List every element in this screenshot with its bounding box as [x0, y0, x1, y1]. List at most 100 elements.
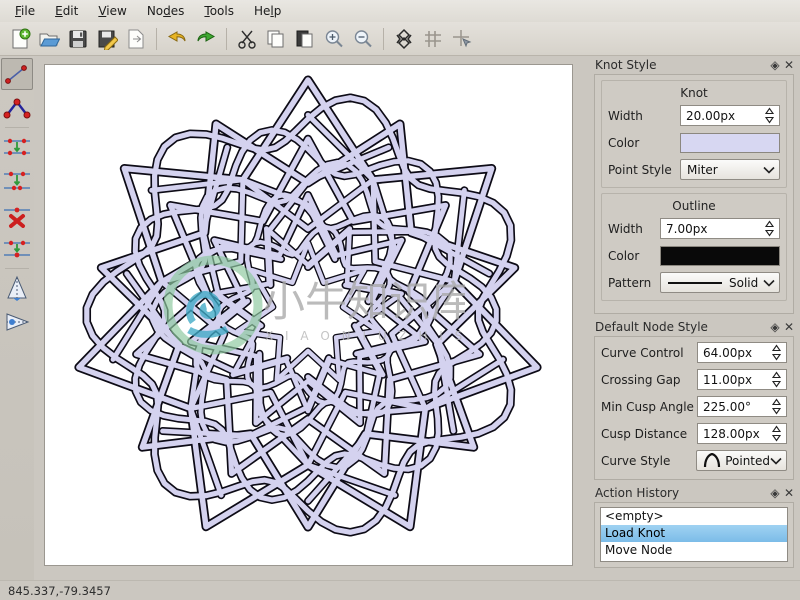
toolbar-separator [226, 27, 227, 50]
panel-node-style-body: Curve Control 64.00px Crossing Gap 11.00… [594, 336, 794, 480]
knot-width-value: 20.00px [686, 108, 736, 123]
cusp-distance-input[interactable]: 128.00px [697, 423, 787, 444]
tool-edit-node[interactable] [1, 58, 33, 90]
save-as-icon[interactable] [93, 25, 121, 53]
float-icon[interactable]: ◈ [768, 486, 782, 500]
tool-flip-horizontal[interactable] [1, 306, 33, 338]
tool-mirror-vertical[interactable] [1, 272, 33, 304]
outline-color-swatch[interactable] [660, 245, 780, 266]
float-icon[interactable]: ◈ [768, 320, 782, 334]
min-cusp-angle-value: 225.00° [703, 399, 751, 414]
outline-color-label: Color [608, 248, 640, 263]
save-file-icon[interactable] [64, 25, 92, 53]
cusp-distance-row: Cusp Distance 128.00px [601, 422, 787, 445]
curve-control-row: Curve Control 64.00px [601, 341, 787, 364]
zoom-out-icon[interactable] [349, 25, 377, 53]
menu-view[interactable]: View [89, 1, 135, 21]
knot-point-style-select[interactable]: Miter [680, 159, 780, 180]
tool-merge-nodes[interactable] [1, 131, 33, 163]
min-cusp-angle-label: Min Cusp Angle [601, 399, 694, 414]
action-history-list[interactable]: <empty> Load Knot Move Node [600, 507, 788, 562]
outline-pattern-select[interactable]: Solid [660, 272, 780, 293]
panel-action-history-header: Action History ◈ ✕ [588, 484, 800, 502]
statusbar: 845.337,-79.3457 [0, 580, 800, 600]
grid-icon[interactable] [419, 25, 447, 53]
knot-color-swatch[interactable] [680, 132, 780, 153]
list-item[interactable]: <empty> [601, 508, 787, 525]
redo-icon[interactable] [192, 25, 220, 53]
app-window: File Edit View Nodes Tools Help 小牛知识库 X … [0, 0, 800, 600]
outline-width-input[interactable]: 7.00px [660, 218, 780, 239]
chevron-down-icon[interactable] [763, 276, 775, 290]
curve-control-label: Curve Control [601, 345, 684, 360]
curve-style-select[interactable]: Pointed [696, 450, 787, 471]
tool-collapse-nodes[interactable] [1, 165, 33, 197]
panel-knot-style-body: Knot Width 20.00px Color Point Style Mit… [594, 74, 794, 314]
panel-title: Knot Style [595, 58, 657, 72]
zoom-in-icon[interactable] [320, 25, 348, 53]
knot-width-input[interactable]: 20.00px [680, 105, 780, 126]
menu-nodes[interactable]: Nodes [138, 1, 194, 21]
spinner-arrows-icon[interactable] [763, 106, 776, 125]
float-icon[interactable]: ◈ [768, 58, 782, 72]
list-item[interactable]: Load Knot [601, 525, 787, 542]
curve-control-input[interactable]: 64.00px [697, 342, 787, 363]
knot-width-label: Width [608, 108, 643, 123]
cusp-distance-label: Cusp Distance [601, 426, 688, 441]
tool-delete-node[interactable] [1, 199, 33, 231]
list-item[interactable]: Move Node [601, 542, 787, 559]
knot-color-row: Color [608, 131, 780, 154]
cut-icon[interactable] [233, 25, 261, 53]
panel-title: Action History [595, 486, 680, 500]
chevron-down-icon[interactable] [763, 163, 775, 177]
copy-icon[interactable] [262, 25, 290, 53]
outline-pattern-label: Pattern [608, 275, 652, 290]
left-toolbar-separator [5, 268, 29, 269]
toolbar-separator [383, 27, 384, 50]
knot-group: Knot Width 20.00px Color Point Style Mit… [601, 80, 787, 188]
menubar: File Edit View Nodes Tools Help [0, 0, 800, 22]
crossing-gap-input[interactable]: 11.00px [697, 369, 787, 390]
paste-icon[interactable] [291, 25, 319, 53]
snap-cursor-icon[interactable] [448, 25, 476, 53]
curve-control-value: 64.00px [703, 345, 753, 360]
spinner-arrows-icon[interactable] [770, 343, 783, 362]
solid-line-preview-icon [667, 278, 723, 288]
spinner-arrows-icon[interactable] [763, 219, 776, 238]
panel-action-history-body: <empty> Load Knot Move Node [594, 502, 794, 568]
new-file-icon[interactable] [6, 25, 34, 53]
menu-help[interactable]: Help [245, 1, 290, 21]
close-icon[interactable]: ✕ [782, 486, 796, 500]
curve-style-value: Pointed [725, 453, 770, 468]
close-icon[interactable]: ✕ [782, 320, 796, 334]
knot-pattern-icon[interactable] [390, 25, 418, 53]
crossing-gap-value: 11.00px [703, 372, 753, 387]
spinner-arrows-icon[interactable] [770, 370, 783, 389]
open-file-icon[interactable] [35, 25, 63, 53]
spinner-arrows-icon[interactable] [770, 424, 783, 443]
panel-node-style: Default Node Style ◈ ✕ Curve Control 64.… [588, 318, 800, 480]
left-toolbar-separator [5, 127, 29, 128]
drawing-canvas[interactable]: 小牛知识库 X I A O N I U Z H I S H I K U [44, 64, 573, 566]
tool-insert-node[interactable] [1, 233, 33, 265]
canvas-area[interactable]: 小牛知识库 X I A O N I U Z H I S H I K U [34, 56, 588, 580]
close-icon[interactable]: ✕ [782, 58, 796, 72]
min-cusp-angle-input[interactable]: 225.00° [697, 396, 787, 417]
chevron-down-icon[interactable] [770, 454, 782, 468]
left-toolbar [0, 56, 34, 580]
panel-action-history: Action History ◈ ✕ <empty> Load Knot Mov… [588, 484, 800, 568]
right-dock: Knot Style ◈ ✕ Knot Width 20.00px Color … [588, 56, 800, 580]
export-icon[interactable] [122, 25, 150, 53]
knot-color-label: Color [608, 135, 640, 150]
undo-icon[interactable] [163, 25, 191, 53]
outline-width-value: 7.00px [666, 221, 708, 236]
tool-add-node[interactable] [1, 92, 33, 124]
outline-group: Outline Width 7.00px Color Pattern Solid [601, 193, 787, 301]
outline-width-label: Width [608, 221, 643, 236]
spinner-arrows-icon[interactable] [770, 397, 783, 416]
outline-color-row: Color [608, 244, 780, 267]
menu-edit[interactable]: Edit [46, 1, 87, 21]
cusp-distance-value: 128.00px [703, 426, 760, 441]
menu-tools[interactable]: Tools [195, 1, 243, 21]
menu-file[interactable]: File [6, 1, 44, 21]
